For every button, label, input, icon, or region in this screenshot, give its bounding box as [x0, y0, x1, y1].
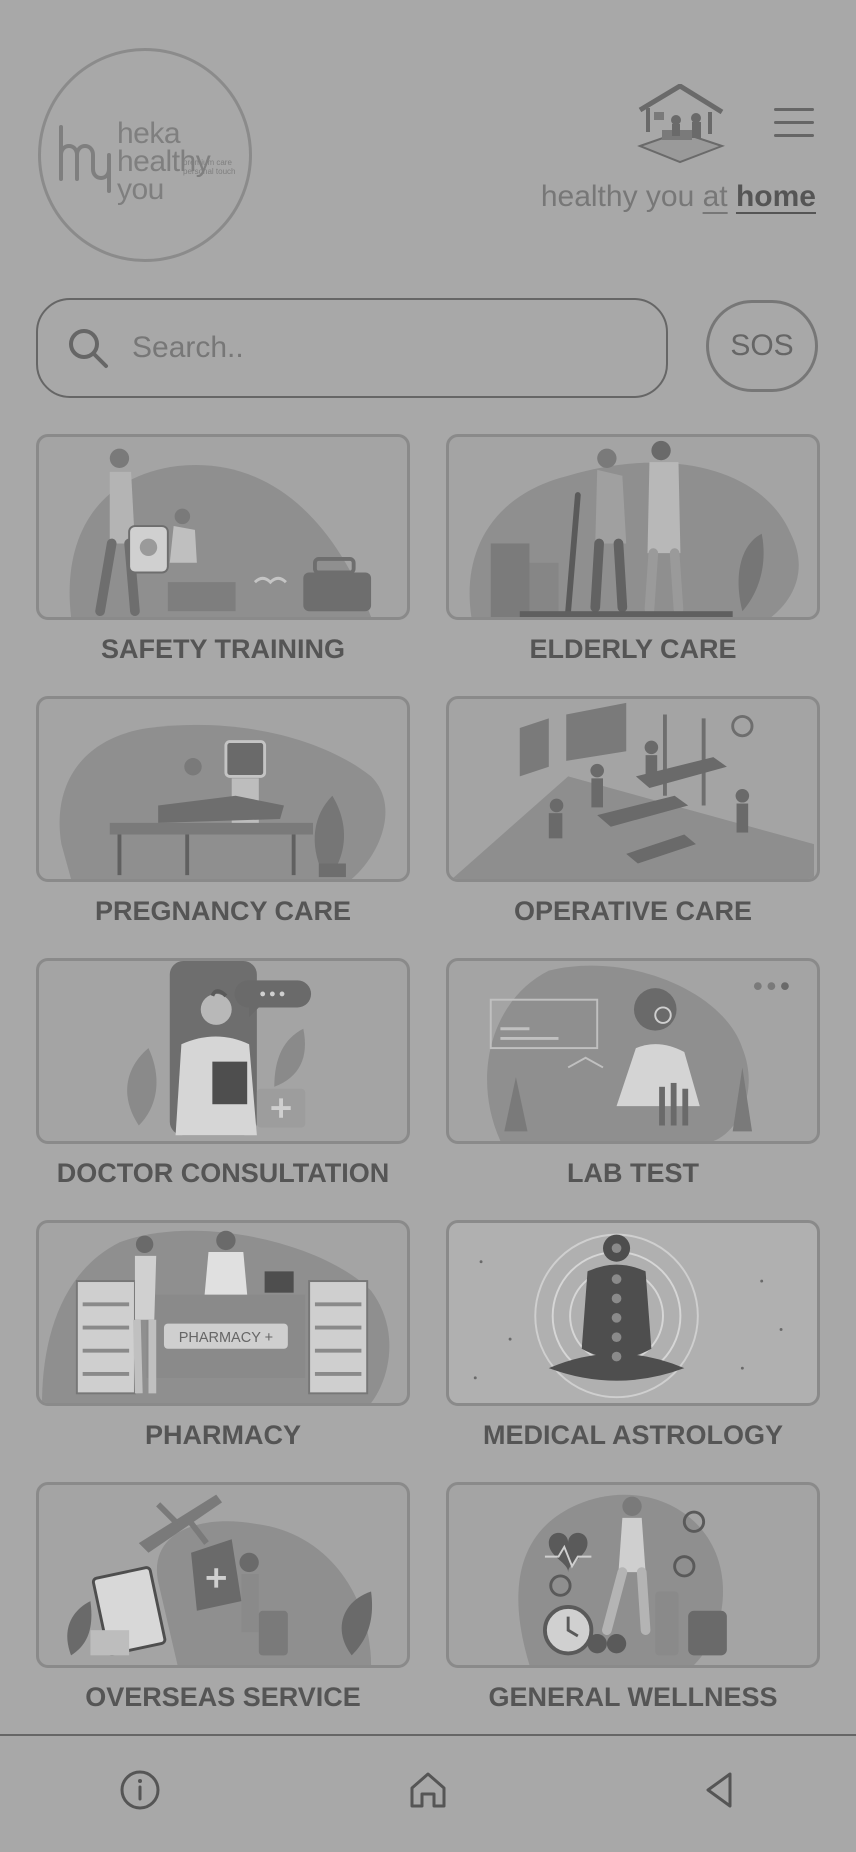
operative-care-illustration-icon — [452, 702, 814, 879]
tagline-home: home — [735, 180, 816, 213]
medical-astrology-illustration-icon — [473, 1233, 783, 1399]
service-card-pregnancy-care[interactable]: PREGNANCY CARE — [36, 696, 410, 936]
tagline-at: at — [702, 180, 728, 213]
operative-care-image[interactable] — [446, 696, 820, 882]
service-label: LAB TEST — [567, 1158, 699, 1188]
tagline-space — [728, 180, 736, 213]
service-label: PHARMACY — [144, 1420, 301, 1450]
lab-test-image[interactable] — [446, 958, 820, 1144]
logo-monogram-icon — [59, 125, 111, 193]
service-label: GENERAL WELLNESS — [488, 1682, 778, 1712]
service-label: OPERATIVE CARE — [513, 896, 753, 926]
brand-logo[interactable]: heka healthy you premium care personal t… — [38, 48, 252, 262]
service-card-doctor-consultation[interactable]: DOCTOR CONSULTATION — [36, 958, 410, 1198]
pharmacy-illustration-icon: PHARMACY + — [42, 1230, 390, 1403]
service-label: MEDICAL ASTROLOGY — [482, 1420, 783, 1450]
elderly-care-image[interactable] — [446, 434, 820, 620]
logo-tagline: premium care personal touch — [183, 158, 236, 177]
service-card-medical-astrology[interactable]: MEDICAL ASTROLOGY — [446, 1220, 820, 1460]
service-card-general-wellness[interactable]: GENERAL WELLNESS — [446, 1482, 820, 1722]
back-icon[interactable] — [698, 1768, 742, 1812]
pharmacy-image[interactable]: PHARMACY + — [36, 1220, 410, 1406]
service-label: OVERSEAS SERVICE — [85, 1682, 361, 1712]
doctor-consultation-image[interactable] — [36, 958, 410, 1144]
menu-button[interactable] — [774, 106, 816, 142]
pregnancy-care-illustration-icon — [59, 724, 386, 879]
logo-you: you — [117, 173, 164, 206]
safety-training-illustration-icon — [69, 448, 372, 617]
general-wellness-image[interactable] — [446, 1482, 820, 1668]
tagline-prefix: healthy you — [540, 180, 703, 213]
service-label: PREGNANCY CARE — [94, 896, 352, 926]
pharmacy-sign: PHARMACY + — [179, 1330, 273, 1346]
bottom-navigation — [0, 1734, 856, 1852]
medical-astrology-image[interactable] — [446, 1220, 820, 1406]
safety-training-image[interactable] — [36, 434, 410, 620]
service-card-operative-care[interactable]: OPERATIVE CARE — [446, 696, 820, 936]
service-card-lab-test[interactable]: LAB TEST — [446, 958, 820, 1198]
header-tagline: healthy you at home — [541, 180, 816, 214]
search-bar[interactable] — [36, 298, 668, 398]
sos-button[interactable]: SOS — [706, 300, 818, 392]
service-card-safety-training[interactable]: SAFETY TRAINING — [36, 434, 410, 674]
lab-test-illustration-icon — [487, 965, 789, 1141]
home-care-illustration-icon — [637, 84, 725, 164]
general-wellness-illustration-icon — [518, 1494, 727, 1665]
pregnancy-care-image[interactable] — [36, 696, 410, 882]
service-card-elderly-care[interactable]: ELDERLY CARE — [446, 434, 820, 674]
service-card-pharmacy[interactable]: PHARMACY + PHARMACY — [36, 1220, 410, 1460]
overseas-service-illustration-icon — [67, 1494, 373, 1665]
search-icon — [69, 329, 108, 368]
service-label: SAFETY TRAINING — [100, 634, 345, 664]
search-input[interactable] — [130, 318, 634, 378]
home-icon[interactable] — [406, 1768, 450, 1812]
service-label: DOCTOR CONSULTATION — [56, 1158, 390, 1188]
menu-icon-line — [774, 134, 814, 137]
service-card-overseas-service[interactable]: OVERSEAS SERVICE — [36, 1482, 410, 1722]
doctor-consultation-illustration-icon — [127, 961, 312, 1136]
menu-icon-line — [774, 121, 814, 124]
overseas-service-image[interactable] — [36, 1482, 410, 1668]
menu-icon-line — [774, 108, 814, 111]
service-label: ELDERLY CARE — [529, 634, 737, 664]
elderly-care-illustration-icon — [469, 440, 799, 617]
app-screen: heka healthy you premium care personal t… — [0, 0, 856, 1852]
logo-tagline-line2: personal touch — [183, 166, 236, 176]
info-icon[interactable] — [118, 1768, 162, 1812]
